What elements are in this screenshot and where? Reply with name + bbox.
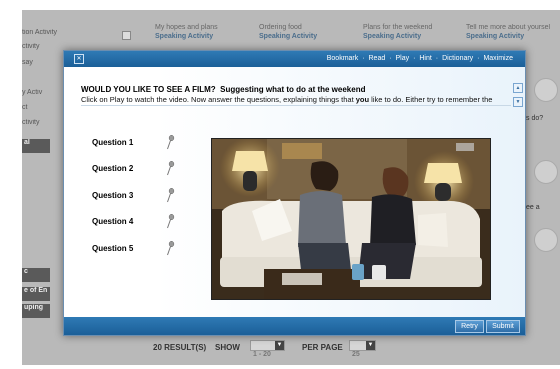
close-icon[interactable]: ✕ [74, 54, 84, 64]
avatar [534, 228, 558, 252]
activity-type: Speaking Activity [259, 33, 318, 40]
sidebar-section[interactable]: e of En [22, 287, 50, 301]
activity-subtitle: Suggesting what to do at the weekend [220, 85, 366, 94]
video-frame-image [212, 139, 490, 299]
maximize-link[interactable]: Maximize [483, 55, 513, 62]
submit-button[interactable]: Submit [486, 320, 520, 333]
side-text: s do? [526, 115, 544, 122]
avatar [534, 160, 558, 184]
video-player[interactable] [211, 138, 491, 300]
activity-modal: ✕ Bookmark · Read · Play · Hint · Dictio… [63, 50, 526, 336]
chevron-down-icon[interactable]: ▼ [275, 341, 284, 350]
play-link[interactable]: Play [395, 55, 409, 62]
show-select[interactable]: 1 - 20 ▼ [250, 340, 285, 358]
scroll-down-icon[interactable]: ▼ [513, 97, 523, 107]
instructions-scrollbar[interactable]: ▲ ▼ [513, 83, 523, 107]
sidebar-section[interactable]: c [22, 268, 50, 282]
activity-title: Plans for the weekend [363, 24, 433, 31]
chevron-down-icon[interactable]: ▼ [366, 341, 375, 350]
activity-title: Tell me more about yoursel [466, 24, 551, 31]
results-count: 20 RESULT(S) [153, 343, 207, 352]
activity-type: Speaking Activity [155, 33, 214, 40]
retry-button[interactable]: Retry [455, 320, 484, 333]
microphone-icon[interactable] [165, 188, 175, 203]
question-label: Question 2 [92, 164, 134, 173]
question-label: Question 1 [92, 138, 134, 147]
activity-title: My hopes and plans [155, 24, 218, 31]
microphone-icon[interactable] [165, 214, 175, 229]
question-label: Question 3 [92, 191, 134, 200]
microphone-icon[interactable] [165, 161, 175, 176]
modal-footer: Retry Submit [64, 317, 525, 335]
activity-title: Ordering food [259, 24, 302, 31]
sidebar-section[interactable]: uping [22, 304, 50, 318]
avatar [534, 78, 558, 102]
modal-body: WOULD YOU LIKE TO SEE A FILM? Suggesting… [64, 67, 525, 317]
per-page-select[interactable]: 25 ▼ [349, 340, 376, 358]
divider [81, 105, 511, 106]
dictionary-link[interactable]: Dictionary [442, 55, 473, 62]
bookmark-link[interactable]: Bookmark [327, 55, 359, 62]
per-page-label: PER PAGE [302, 343, 343, 352]
scroll-up-icon[interactable]: ▲ [513, 83, 523, 93]
sidebar-section[interactable]: al [22, 139, 50, 153]
hint-link[interactable]: Hint [419, 55, 431, 62]
microphone-icon[interactable] [165, 241, 175, 256]
activity-title: WOULD YOU LIKE TO SEE A FILM? [81, 85, 216, 94]
activity-heading: WOULD YOU LIKE TO SEE A FILM? Suggesting… [81, 85, 365, 94]
activity-type: Speaking Activity [466, 33, 525, 40]
modal-menu: Bookmark · Read · Play · Hint · Dictiona… [326, 55, 513, 62]
modal-header: ✕ Bookmark · Read · Play · Hint · Dictio… [64, 51, 525, 67]
show-label: SHOW [215, 343, 240, 352]
side-text: ee a [526, 204, 540, 211]
question-label: Question 4 [92, 217, 134, 226]
checkbox[interactable] [122, 31, 131, 40]
read-link[interactable]: Read [369, 55, 386, 62]
sidebar-item[interactable]: tion Activity [22, 29, 142, 43]
instructions: Click on Play to watch the video. Now an… [81, 95, 493, 104]
question-label: Question 5 [92, 244, 134, 253]
microphone-icon[interactable] [165, 135, 175, 150]
activity-type: Speaking Activity [363, 33, 422, 40]
pagination-bar: 20 RESULT(S) SHOW 1 - 20 ▼ PER PAGE 25 ▼ [22, 335, 560, 365]
